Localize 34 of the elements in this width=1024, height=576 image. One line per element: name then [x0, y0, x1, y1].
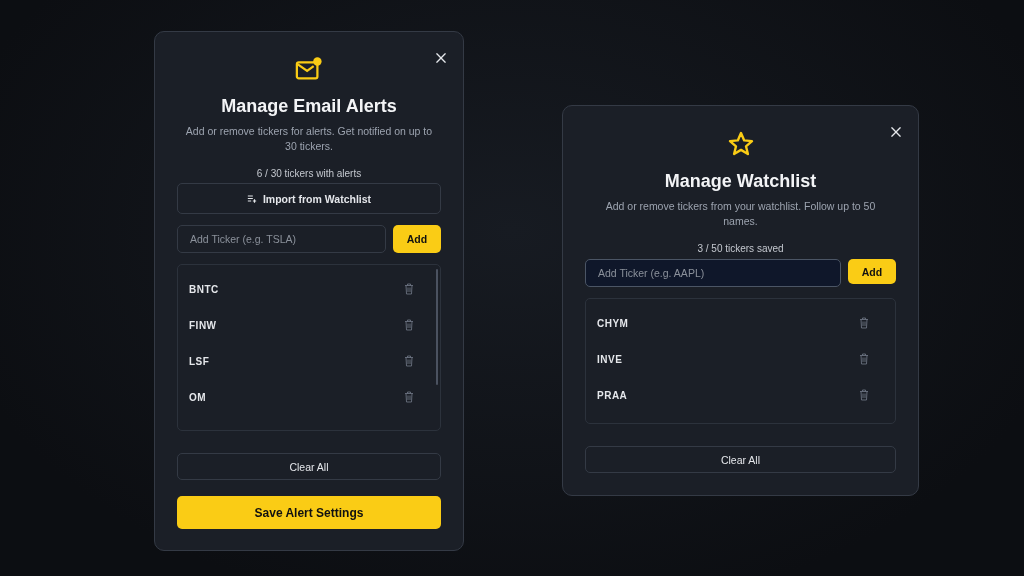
list-add-icon [246, 194, 257, 203]
ticker-symbol: CHYM [597, 317, 629, 329]
trash-icon[interactable] [859, 317, 869, 329]
save-button[interactable]: Save Alert Settings [177, 496, 441, 529]
ticker-symbol: LSF [189, 355, 210, 367]
dialog-title: Manage Watchlist [663, 171, 818, 192]
envelope-icon [295, 56, 323, 82]
close-icon[interactable] [436, 53, 446, 63]
ticker-symbol: FINW [189, 319, 217, 331]
ticker-symbol: PRAA [597, 389, 628, 401]
ticker-count: 6 / 30 tickers with alerts [255, 168, 363, 179]
star-icon [726, 131, 755, 157]
ticker-input-field[interactable]: Add Ticker (e.g. AAPL) [585, 259, 841, 287]
ticker-symbol: BNTC [189, 283, 219, 295]
trash-icon[interactable] [404, 319, 414, 331]
trash-icon[interactable] [404, 355, 414, 367]
scrollbar[interactable] [436, 269, 438, 385]
trash-icon[interactable] [859, 353, 869, 365]
ticker-symbol: OM [189, 391, 207, 403]
import-button[interactable]: Import from Watchlist [177, 183, 441, 214]
ticker-input-field[interactable]: Add Ticker (e.g. TSLA) [177, 225, 386, 253]
add-button[interactable]: Add [393, 225, 441, 253]
dialog-title: Manage Email Alerts [220, 96, 398, 117]
trash-icon[interactable] [859, 389, 869, 401]
ticker-symbol: INVE [597, 353, 623, 365]
close-icon[interactable] [891, 127, 901, 137]
ticker-count: 3 / 50 tickers saved [696, 243, 785, 254]
clear-all-button[interactable]: Clear All [585, 446, 896, 473]
dialog-description: Add or remove tickers from your watchlist. Follow up to 50 names. [604, 199, 877, 229]
clear-all-button[interactable]: Clear All [177, 453, 441, 480]
add-button[interactable]: Add [848, 259, 896, 284]
dialog-description: Add or remove tickers for alerts. Get notified on up to 30 tickers. [184, 124, 434, 154]
trash-icon[interactable] [404, 391, 414, 403]
trash-icon[interactable] [404, 283, 414, 295]
